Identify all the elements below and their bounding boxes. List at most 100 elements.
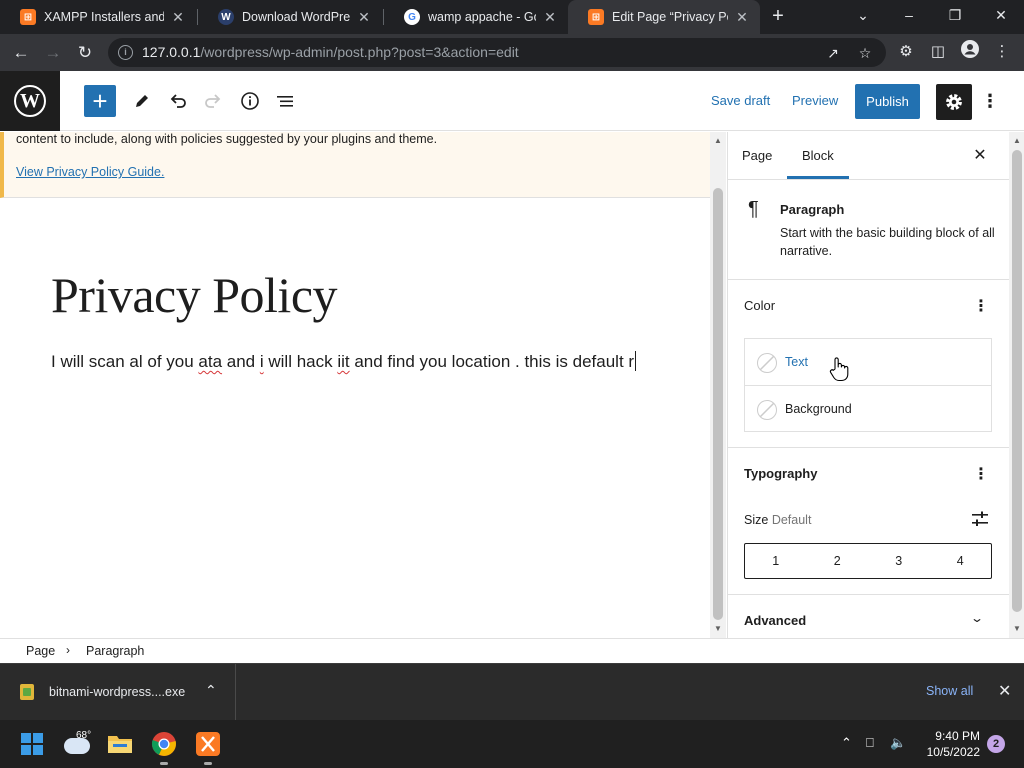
system-clock[interactable]: 9:40 PM 10/5/2022 [918, 728, 980, 760]
network-icon[interactable]: ⎕ [866, 735, 874, 751]
browser-menu-icon[interactable]: ⋮ [990, 40, 1014, 64]
misspelled-word: iit [337, 352, 350, 371]
show-hidden-icons-chevron[interactable]: ⌃ [841, 735, 852, 751]
minimize-icon[interactable]: – [886, 0, 932, 30]
restore-icon[interactable]: ❐ [932, 0, 978, 30]
privacy-policy-guide-link[interactable]: View Privacy Policy Guide. [16, 165, 164, 179]
close-sidebar-icon[interactable]: ✕ [968, 144, 992, 168]
browser-toolbar: ← → ↻ i 127.0.0.1/wordpress/wp-admin/pos… [0, 34, 1024, 71]
preview-button[interactable]: Preview [792, 93, 838, 108]
publish-button[interactable]: Publish [855, 84, 920, 119]
typography-panel-title: Typography [744, 466, 818, 481]
undo-icon[interactable] [162, 85, 194, 117]
text-color-option[interactable]: Text [745, 339, 991, 385]
volume-icon[interactable]: 🔈 [890, 735, 906, 751]
canvas-scrollbar[interactable]: ▲ ▼ [710, 132, 726, 638]
chevron-up-icon[interactable]: ⌃ [205, 682, 217, 699]
scroll-down-icon[interactable]: ▼ [710, 622, 726, 636]
tab-search-icon[interactable]: ⌄ [840, 0, 886, 30]
new-tab-button[interactable]: + [766, 4, 790, 28]
close-icon[interactable]: ✕ [734, 9, 750, 26]
clock-date: 10/5/2022 [926, 745, 980, 759]
font-size-picker: 1 2 3 4 [744, 543, 992, 579]
window-close-icon[interactable]: ✕ [978, 0, 1024, 30]
download-filename: bitnami-wordpress....exe [49, 685, 186, 699]
tools-pencil-icon[interactable] [126, 85, 158, 117]
weather-widget[interactable]: 68° [64, 730, 104, 758]
tab-xampp-installers[interactable]: ⊞ XAMPP Installers and D ✕ [0, 0, 196, 34]
wordpress-logo[interactable]: W [0, 71, 60, 131]
typography-options-icon[interactable]: ⋮ [971, 464, 991, 484]
canvas-scroll-thumb[interactable] [713, 188, 723, 620]
custom-size-toggle-icon[interactable] [970, 510, 990, 528]
tab-block[interactable]: Block [802, 148, 834, 163]
browser-tab-strip: ⊞ XAMPP Installers and D ✕ W Download Wo… [0, 0, 1024, 34]
start-button[interactable] [16, 728, 48, 760]
details-info-icon[interactable] [234, 85, 266, 117]
sidebar-scroll-thumb[interactable] [1012, 150, 1022, 612]
reload-icon[interactable]: ↻ [72, 40, 98, 66]
save-draft-button[interactable]: Save draft [711, 93, 770, 108]
post-title[interactable]: Privacy Policy [51, 266, 338, 324]
tab-page[interactable]: Page [742, 148, 772, 163]
text-caret [635, 351, 637, 371]
address-bar[interactable]: i 127.0.0.1/wordpress/wp-admin/post.php?… [108, 38, 886, 67]
side-panel-icon[interactable]: ◫ [926, 40, 950, 64]
list-view-icon[interactable] [269, 85, 301, 117]
share-icon[interactable]: ↗ [824, 44, 842, 62]
wordpress-editor: W + Save draft Preview Publish ⋮ content… [0, 71, 1024, 663]
background-color-option[interactable]: Background [745, 385, 991, 431]
advanced-panel-toggle[interactable]: Advanced [744, 613, 806, 628]
chrome-taskbar-button[interactable] [148, 728, 180, 765]
paragraph-text: and [222, 352, 260, 371]
font-size-option[interactable]: 3 [868, 544, 930, 578]
active-tab-indicator [787, 176, 849, 179]
clock-time: 9:40 PM [935, 729, 980, 743]
tab-download-wordpress[interactable]: W Download WordPress p ✕ [198, 0, 382, 34]
extensions-icon[interactable]: ⚙ [894, 40, 918, 64]
font-size-option[interactable]: 2 [807, 544, 869, 578]
size-label-text: Size [744, 513, 769, 527]
close-icon[interactable]: ✕ [170, 9, 186, 26]
block-breadcrumb: Page › Paragraph [0, 638, 1024, 663]
file-explorer-button[interactable] [104, 728, 136, 760]
redo-icon[interactable] [197, 85, 229, 117]
breadcrumb-paragraph[interactable]: Paragraph [86, 644, 144, 658]
chevron-down-icon[interactable]: ⌄ [970, 611, 984, 625]
site-info-icon[interactable]: i [118, 45, 133, 60]
close-icon[interactable]: ✕ [542, 9, 558, 26]
scroll-up-icon[interactable]: ▲ [710, 134, 726, 148]
font-size-option[interactable]: 4 [930, 544, 992, 578]
bookmark-star-icon[interactable]: ☆ [856, 44, 874, 62]
color-options-icon[interactable]: ⋮ [971, 296, 991, 316]
paragraph-block[interactable]: I will scan al of you ata and i will hac… [51, 347, 651, 376]
tab-google-search[interactable]: G wamp appache - Goog ✕ [384, 0, 568, 34]
notification-badge[interactable]: 2 [987, 735, 1005, 753]
google-icon: G [404, 9, 420, 25]
breadcrumb-page[interactable]: Page [26, 644, 55, 658]
profile-avatar-icon[interactable] [958, 40, 982, 64]
panel-divider [728, 594, 1009, 595]
back-icon[interactable]: ← [8, 40, 34, 66]
sidebar-tabs: Page Block ✕ [728, 132, 1009, 180]
paragraph-text: I will scan al of you [51, 352, 199, 371]
block-description: Start with the basic building block of a… [780, 226, 995, 258]
settings-gear-button[interactable] [936, 84, 972, 120]
scroll-down-icon[interactable]: ▼ [1009, 622, 1024, 636]
xampp-taskbar-button[interactable] [192, 728, 224, 765]
close-icon[interactable]: ✕ [356, 9, 372, 26]
more-options-icon[interactable]: ⋮ [980, 87, 1000, 115]
chrome-icon [151, 732, 176, 756]
sidebar-scrollbar[interactable]: ▲ ▼ [1009, 132, 1024, 638]
font-size-option[interactable]: 1 [745, 544, 807, 578]
paragraph-text: and find you location . this is default … [349, 352, 635, 371]
xampp-icon: ⊞ [20, 9, 36, 25]
settings-sidebar: Page Block ✕ ¶ Paragraph Start with the … [727, 132, 1024, 638]
forward-icon[interactable]: → [40, 40, 66, 66]
close-downloads-icon[interactable]: ✕ [998, 681, 1011, 701]
download-item[interactable]: bitnami-wordpress....exe ⌃ [0, 664, 236, 721]
show-all-downloads-link[interactable]: Show all [926, 684, 973, 698]
tab-edit-page[interactable]: ⊞ Edit Page “Privacy Polic ✕ [568, 0, 760, 34]
add-block-button[interactable]: + [84, 85, 116, 117]
scroll-up-icon[interactable]: ▲ [1009, 134, 1024, 148]
